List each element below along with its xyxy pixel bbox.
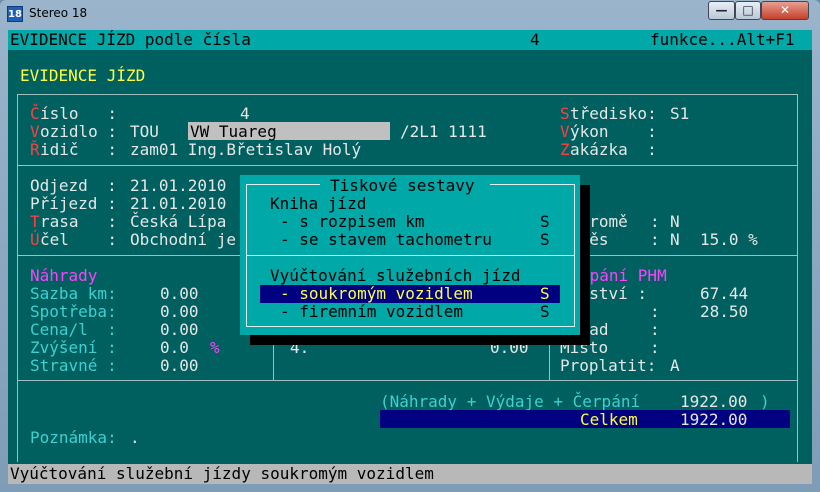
menu-item-soukromym-vozidlem-key: S [540, 284, 550, 303]
menu-item-stav-tachometru-key: S [540, 230, 550, 249]
proplatit-label: Proplatit: [560, 356, 657, 375]
celkem-value: 1922.00 [680, 410, 748, 429]
menu-item-firemnim-vozidlem[interactable]: - firemním vozidlem [280, 303, 463, 321]
trasa-label: rasa : [40, 212, 118, 231]
header-title: EVIDENCE JÍZD podle čísla [10, 30, 251, 49]
stredisko-label-first: S [560, 104, 570, 123]
vozidlo-label-first: V [30, 122, 40, 141]
popup-group-vyuctovani: Vyúčtování služebních jízd [270, 266, 521, 285]
celkem-label: Celkem [580, 410, 638, 429]
totals-formula-value: 1922.00 [680, 392, 748, 411]
ucel-value[interactable]: Obchodní je [130, 231, 236, 249]
cislo-label: íslo : [40, 104, 118, 123]
cena-label: Cena/l : [30, 320, 117, 339]
popup-title: Tiskové sestavy [330, 176, 475, 195]
menu-item-stav-tachometru[interactable]: - se stavem tachometru [280, 231, 492, 249]
zakazka-label: akázka : [570, 140, 657, 159]
vozidlo-code[interactable]: TOU [130, 123, 159, 141]
vykon-label: ýkon : [570, 122, 657, 141]
cena-phm-value[interactable]: 28.50 [700, 303, 748, 321]
popup-group-kniha-jizd: Kniha jízd [270, 194, 367, 213]
stredisko-value[interactable]: S1 [670, 105, 689, 123]
spotreba-value[interactable]: 0.00 [160, 303, 199, 321]
odjezd-value[interactable]: 21.01.2010 [130, 177, 226, 195]
minimize-button[interactable]: — [708, 1, 735, 20]
popup-divider [246, 255, 575, 256]
poznamka-value[interactable]: . [130, 429, 140, 447]
prives-colon: : [650, 230, 660, 249]
totals-formula-close: ) [760, 392, 770, 411]
prives-value[interactable]: N [670, 231, 680, 249]
ridic-value[interactable]: zam01 Ing.Břetislav Holý [130, 141, 361, 159]
proplatit-value[interactable]: A [670, 357, 680, 375]
trasa-value[interactable]: Česká Lípa [130, 213, 226, 231]
window-title: Stereo 18 [29, 6, 88, 20]
poznamka-label: Poznámka: [30, 428, 117, 447]
console-screen: EVIDENCE JÍZD podle čísla 4 funkce...Alt… [8, 30, 812, 484]
window-titlebar[interactable]: 18 Stereo 18 — □ ✕ [0, 0, 820, 28]
cerpani-title: rpání PHM [580, 266, 667, 285]
cena-phm-colon: : [650, 302, 660, 321]
vozidlo-name[interactable]: VW Tuareg [190, 123, 277, 141]
vozidlo-spz: /2L1 1111 [400, 122, 487, 141]
sazba-value[interactable]: 0.00 [160, 285, 199, 303]
header-record-number: 4 [530, 30, 540, 49]
stredisko-label: tředisko: [570, 104, 657, 123]
header-function-hint[interactable]: funkce...Alt+F1 [650, 31, 795, 49]
application-window: 18 Stereo 18 — □ ✕ EVIDENCE JÍZD podle č… [0, 0, 820, 492]
zvyseni-label: Zvýšení : [30, 338, 117, 357]
zvyseni-suffix: % [210, 338, 220, 357]
mnozstvi-value[interactable]: 67.44 [700, 285, 748, 303]
frame-top [17, 94, 798, 95]
nahrady-title: Náhrady [30, 266, 98, 285]
vozidlo-label: ozidlo : [40, 122, 118, 141]
sazba-label: Sazba km: [30, 284, 117, 303]
cislo-label-first: Č [30, 104, 40, 123]
frame-left [17, 94, 18, 462]
maximize-button[interactable]: □ [735, 1, 761, 20]
ridic-label-first: Ř [30, 140, 40, 159]
prives-percent-value: 15.0 % [700, 230, 758, 249]
soukrome-value[interactable]: N [670, 213, 680, 231]
divider-3 [17, 380, 798, 381]
divider-1 [17, 165, 798, 166]
misto-colon: : [650, 338, 660, 357]
menu-item-rozpis-km-key: S [540, 212, 550, 231]
screen-title: EVIDENCE JÍZD [20, 66, 146, 85]
ucel-label-first: Ú [30, 230, 40, 249]
menu-item-soukromym-vozidlem[interactable]: - soukromým vozidlem [280, 285, 473, 303]
ridic-label: idič : [40, 140, 118, 159]
stravne-value[interactable]: 0.00 [160, 357, 199, 375]
popup-border-top-right [490, 184, 575, 185]
zakazka-label-first: Z [560, 140, 570, 159]
app-icon[interactable]: 18 [7, 6, 23, 22]
soukrome-colon: : [650, 212, 660, 231]
stravne-label: Stravné : [30, 356, 117, 375]
close-button[interactable]: ✕ [761, 1, 809, 20]
menu-item-firemnim-vozidlem-key: S [540, 302, 550, 321]
prijezd-value[interactable]: 21.01.2010 [130, 195, 226, 213]
prives-percent: 15.0 % [700, 231, 758, 249]
cena-value[interactable]: 0.00 [160, 321, 199, 339]
prijezd-label: Příjezd : [30, 194, 117, 213]
odjezd-label: Odjezd : [30, 176, 117, 195]
menu-item-rozpis-km[interactable]: - s rozpisem km [280, 213, 425, 231]
totals-formula: (Náhrady + Výdaje + Čerpání [380, 392, 641, 411]
cislo-value[interactable]: 4 [240, 105, 250, 123]
popup-border-top-left [246, 184, 320, 185]
status-text: Vyúčtování služební jízdy soukromým vozi… [10, 464, 434, 483]
zvyseni-value[interactable]: 0.0 [160, 339, 189, 357]
trasa-label-first: T [30, 212, 40, 231]
vykon-label-first: V [560, 122, 570, 141]
spotreba-label: Spotřeba: [30, 302, 117, 321]
popup-border-bottom [246, 326, 575, 327]
ucel-label: čel : [40, 230, 118, 249]
frame-right [797, 94, 798, 462]
doklad-colon: : [650, 320, 660, 339]
